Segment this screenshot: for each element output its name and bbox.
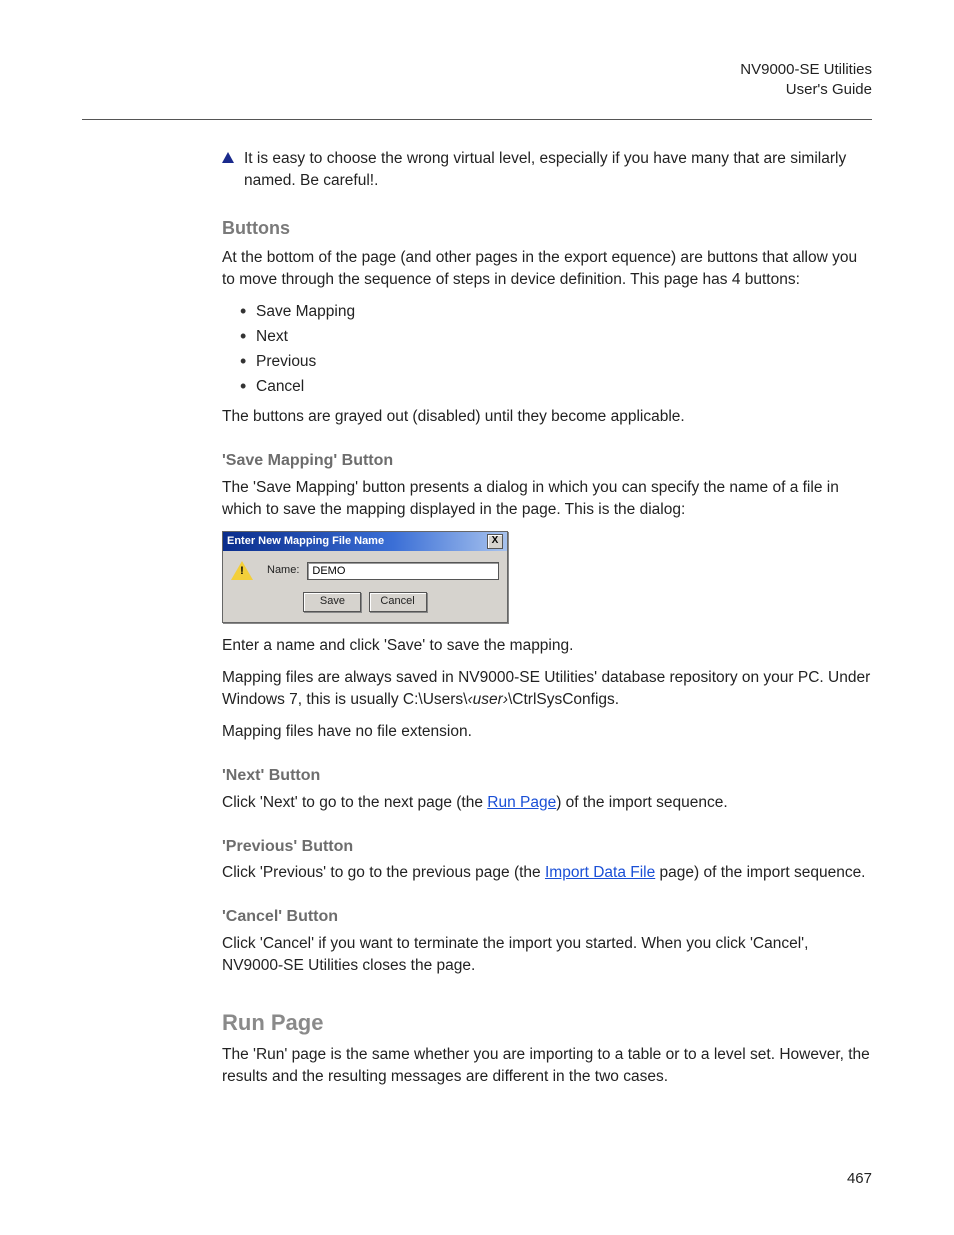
dialog-title-text: Enter New Mapping File Name (227, 534, 384, 550)
save-mapping-p3: Mapping files are always saved in NV9000… (222, 667, 872, 711)
page-number: 467 (847, 1170, 872, 1187)
import-data-file-link[interactable]: Import Data File (545, 864, 655, 881)
page-header: NV9000-SE Utilities User's Guide (82, 60, 872, 101)
note-text: It is easy to choose the wrong virtual l… (244, 148, 872, 192)
doc-title: NV9000-SE Utilities (82, 60, 872, 80)
cancel-button[interactable]: Cancel (369, 592, 427, 612)
buttons-heading: Buttons (222, 216, 872, 242)
header-rule (82, 119, 872, 120)
name-label: Name: (267, 563, 299, 579)
list-item: Save Mapping (240, 301, 872, 323)
triangle-icon (222, 152, 234, 163)
name-input[interactable] (307, 562, 499, 580)
run-page-p: The 'Run' page is the same whether you a… (222, 1044, 872, 1088)
dialog-mockup: Enter New Mapping File Name X Name: Save… (222, 531, 508, 623)
next-p: Click 'Next' to go to the next page (the… (222, 792, 872, 814)
list-item: Next (240, 326, 872, 348)
dialog-body: Name: Save Cancel (223, 551, 507, 622)
dialog-titlebar: Enter New Mapping File Name X (223, 532, 507, 552)
buttons-outro: The buttons are grayed out (disabled) un… (222, 406, 872, 428)
buttons-list: Save Mapping Next Previous Cancel (240, 301, 872, 398)
save-mapping-p4: Mapping files have no file extension. (222, 721, 872, 743)
buttons-intro: At the bottom of the page (and other pag… (222, 247, 872, 291)
close-icon[interactable]: X (487, 534, 503, 549)
run-page-link[interactable]: Run Page (487, 794, 556, 811)
cancel-heading: 'Cancel' Button (222, 906, 872, 929)
caution-note: It is easy to choose the wrong virtual l… (222, 148, 872, 192)
previous-heading: 'Previous' Button (222, 836, 872, 859)
save-mapping-p1: The 'Save Mapping' button presents a dia… (222, 477, 872, 521)
run-page-heading: Run Page (222, 1007, 872, 1038)
list-item: Cancel (240, 376, 872, 398)
save-mapping-heading: 'Save Mapping' Button (222, 450, 872, 473)
save-button[interactable]: Save (303, 592, 361, 612)
next-heading: 'Next' Button (222, 765, 872, 788)
doc-subtitle: User's Guide (82, 80, 872, 100)
warning-icon (231, 561, 253, 580)
previous-p: Click 'Previous' to go to the previous p… (222, 862, 872, 884)
content-area: It is easy to choose the wrong virtual l… (222, 148, 872, 1089)
save-mapping-p2: Enter a name and click 'Save' to save th… (222, 635, 872, 657)
list-item: Previous (240, 351, 872, 373)
cancel-p: Click 'Cancel' if you want to terminate … (222, 933, 872, 977)
